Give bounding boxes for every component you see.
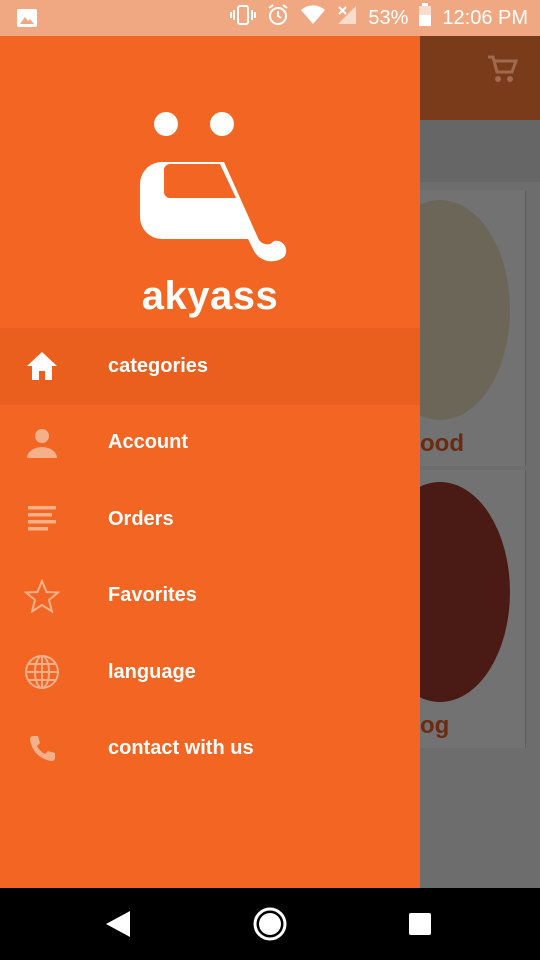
globe-icon bbox=[22, 652, 62, 692]
menu-item-label: Orders bbox=[108, 507, 174, 530]
alarm-icon bbox=[266, 3, 290, 33]
battery-icon bbox=[418, 3, 432, 33]
navigation-drawer: akyass categories Account Orders Favorit… bbox=[0, 36, 420, 888]
star-icon bbox=[22, 576, 62, 616]
menu-item-language[interactable]: language bbox=[0, 634, 420, 711]
hotdog-image bbox=[420, 482, 510, 702]
background-toolbar bbox=[420, 36, 540, 120]
background-card: og bbox=[420, 470, 526, 748]
home-button[interactable] bbox=[252, 906, 288, 942]
drawer-menu: categories Account Orders Favorites lang… bbox=[0, 328, 420, 787]
background-card: ood bbox=[420, 190, 526, 466]
menu-item-contact[interactable]: contact with us bbox=[0, 711, 420, 788]
phone-icon bbox=[22, 729, 62, 769]
signal-icon bbox=[336, 4, 358, 32]
menu-item-label: Favorites bbox=[108, 584, 197, 607]
menu-item-account[interactable]: Account bbox=[0, 405, 420, 482]
background-app[interactable]: ood og bbox=[420, 36, 540, 888]
brand-logo-icon bbox=[130, 110, 290, 269]
drawer-header: akyass bbox=[0, 36, 420, 328]
background-tabs bbox=[420, 120, 540, 182]
person-icon bbox=[22, 423, 62, 463]
cart-icon bbox=[486, 54, 519, 89]
clock: 12:06 PM bbox=[442, 6, 528, 29]
menu-item-label: language bbox=[108, 660, 196, 683]
vibrate-icon bbox=[230, 4, 257, 32]
home-icon bbox=[22, 346, 62, 386]
battery-percentage: 53% bbox=[368, 6, 409, 29]
menu-item-orders[interactable]: Orders bbox=[0, 481, 420, 558]
background-card-label: ood bbox=[420, 430, 464, 457]
recents-button[interactable] bbox=[402, 906, 438, 942]
system-navigation-bar bbox=[0, 888, 540, 960]
menu-item-categories[interactable]: categories bbox=[0, 328, 420, 405]
background-card-label: og bbox=[420, 712, 450, 739]
list-icon bbox=[22, 499, 62, 539]
back-button[interactable] bbox=[100, 906, 136, 942]
menu-item-label: contact with us bbox=[108, 737, 254, 760]
wifi-icon bbox=[300, 4, 326, 32]
status-bar: 53% 12:06 PM bbox=[0, 0, 540, 36]
menu-item-favorites[interactable]: Favorites bbox=[0, 558, 420, 635]
image-icon bbox=[16, 8, 38, 33]
menu-item-label: categories bbox=[108, 354, 209, 377]
brand-name: akyass bbox=[141, 274, 279, 318]
menu-item-label: Account bbox=[108, 431, 188, 454]
food-image bbox=[420, 200, 510, 420]
